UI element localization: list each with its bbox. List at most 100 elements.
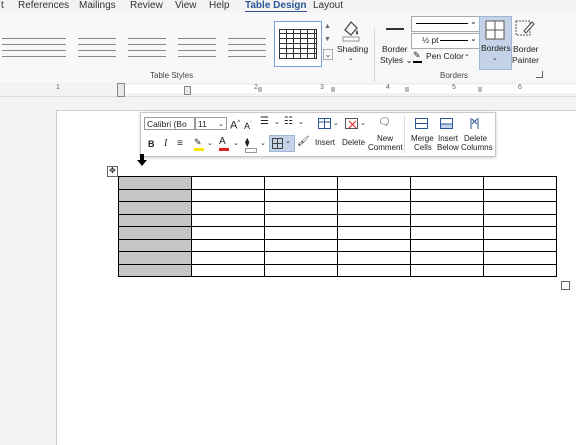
numbering-icon[interactable]: ☷ [284, 116, 293, 128]
table-cell[interactable] [337, 213, 411, 227]
border-painter-label-line2[interactable]: Painter [512, 55, 539, 65]
delete-columns-icon[interactable] [468, 118, 481, 129]
styles-more-icon[interactable]: ⌄ [323, 49, 333, 60]
borders-dialog-launcher-icon[interactable] [536, 71, 543, 78]
new-comment-label-line1[interactable]: New [377, 134, 393, 143]
table-cell[interactable] [264, 188, 338, 202]
merge-cells-icon[interactable] [415, 118, 428, 129]
new-comment-label-line2[interactable]: Comment [368, 143, 403, 152]
new-comment-icon[interactable]: 🗨 [378, 117, 391, 129]
table-move-handle-icon[interactable]: ✥ [107, 166, 118, 177]
chevron-down-icon[interactable]: ⌄ [298, 117, 304, 129]
table-cell[interactable] [264, 263, 338, 277]
delete-table-icon[interactable] [345, 118, 358, 129]
table-style-thumb-6[interactable] [226, 32, 268, 66]
table-cell[interactable] [191, 176, 265, 190]
table-cell[interactable] [191, 238, 265, 252]
ruler-column-marker-icon[interactable] [258, 87, 262, 92]
insert-below-icon[interactable] [440, 118, 453, 129]
bold-icon[interactable]: B [148, 138, 155, 150]
bullets-icon[interactable]: ☰ [260, 116, 269, 128]
ruler-column-marker-icon[interactable] [478, 87, 482, 92]
table-style-thumb-5[interactable] [176, 32, 218, 66]
ruler-indent-marker-icon[interactable] [117, 83, 125, 97]
table-cell[interactable] [264, 251, 338, 265]
tab-view[interactable]: View [175, 0, 197, 11]
table-cell[interactable] [191, 226, 265, 240]
chevron-down-icon[interactable]: ⌄ [260, 138, 266, 150]
table-cell[interactable] [337, 263, 411, 277]
table-cell[interactable] [410, 176, 484, 190]
shading-label[interactable]: Shading [337, 44, 368, 54]
table-cell[interactable] [337, 201, 411, 215]
borders-button[interactable]: Borders ⌄ [479, 16, 512, 70]
delete-columns-label-line2[interactable]: Columns [461, 143, 493, 152]
font-color-icon[interactable]: A [219, 136, 229, 151]
shrink-font-icon[interactable]: Aˇ [244, 118, 252, 132]
table-cell-selected[interactable] [118, 213, 192, 227]
table-cell[interactable] [410, 213, 484, 227]
table-cell[interactable] [264, 201, 338, 215]
line-style-dropdown[interactable]: ⌄ [411, 16, 481, 32]
border-styles-label-line1[interactable]: Border [382, 44, 408, 54]
table-cell[interactable] [191, 213, 265, 227]
borders-mini-button[interactable]: ⌄ [269, 135, 295, 152]
table-cell[interactable] [191, 201, 265, 215]
table-cell[interactable] [410, 201, 484, 215]
ruler-column-marker-icon[interactable] [184, 86, 191, 95]
highlight-icon[interactable]: ✎ [194, 136, 204, 151]
border-painter-icon[interactable] [515, 18, 535, 38]
shading-icon[interactable] [341, 18, 361, 42]
grow-font-icon[interactable]: A^ [230, 117, 240, 132]
table-cell[interactable] [264, 213, 338, 227]
table-cell[interactable] [410, 263, 484, 277]
border-styles-icon[interactable] [386, 28, 404, 30]
table-style-thumb-3[interactable] [76, 32, 118, 66]
document-table[interactable] [118, 176, 557, 277]
table-cell-selected[interactable] [118, 263, 192, 277]
format-painter-icon[interactable]: 🖌 [297, 136, 310, 148]
chevron-down-icon[interactable]: ⌄ [333, 118, 339, 130]
insert-label[interactable]: Insert [315, 138, 335, 147]
table-cell-selected[interactable] [118, 226, 192, 240]
table-cell[interactable] [483, 188, 557, 202]
table-cell[interactable] [483, 263, 557, 277]
insert-below-label-line1[interactable]: Insert [438, 134, 458, 143]
table-cell[interactable] [483, 176, 557, 190]
border-painter-label-line1[interactable]: Border [513, 44, 539, 54]
delete-columns-label-line1[interactable]: Delete [464, 134, 487, 143]
chevron-down-icon[interactable]: ⌄ [274, 117, 280, 129]
table-cell-selected[interactable] [118, 238, 192, 252]
table-cell[interactable] [483, 238, 557, 252]
shading-dropdown-icon[interactable]: ⌄ [348, 54, 354, 62]
table-cell[interactable] [483, 213, 557, 227]
pen-weight-dropdown[interactable]: ½ pt ⌄ [411, 33, 481, 49]
delete-label[interactable]: Delete [342, 138, 365, 147]
merge-cells-label-line2[interactable]: Cells [414, 143, 432, 152]
merge-cells-label-line1[interactable]: Merge [411, 134, 434, 143]
chevron-down-icon[interactable]: ⌄ [207, 138, 213, 150]
tab-references[interactable]: References [18, 0, 69, 11]
table-cell[interactable] [337, 226, 411, 240]
table-cell-selected[interactable] [118, 251, 192, 265]
ruler-column-marker-icon[interactable] [405, 87, 409, 92]
table-cell[interactable] [337, 176, 411, 190]
italic-icon[interactable]: I [164, 138, 167, 150]
table-cell[interactable] [410, 226, 484, 240]
table-cell[interactable] [483, 251, 557, 265]
styles-scroll-down-icon[interactable]: ▼ [324, 36, 331, 43]
table-cell[interactable] [483, 226, 557, 240]
table-cell-selected[interactable] [118, 176, 192, 190]
insert-table-icon[interactable] [318, 118, 331, 129]
font-size-field[interactable]: 11 ⌄ [195, 117, 227, 130]
table-style-thumb-2[interactable] [26, 32, 68, 66]
table-cell[interactable] [410, 251, 484, 265]
chevron-down-icon[interactable]: ⌄ [360, 118, 366, 130]
document-page[interactable] [56, 110, 576, 445]
center-align-icon[interactable]: ≡ [177, 138, 183, 150]
shading-icon[interactable]: ⧫ [245, 136, 257, 153]
table-style-thumb-selected[interactable] [274, 21, 322, 67]
tab-help[interactable]: Help [209, 0, 230, 11]
table-cell[interactable] [191, 188, 265, 202]
table-style-thumb-4[interactable] [126, 32, 168, 66]
